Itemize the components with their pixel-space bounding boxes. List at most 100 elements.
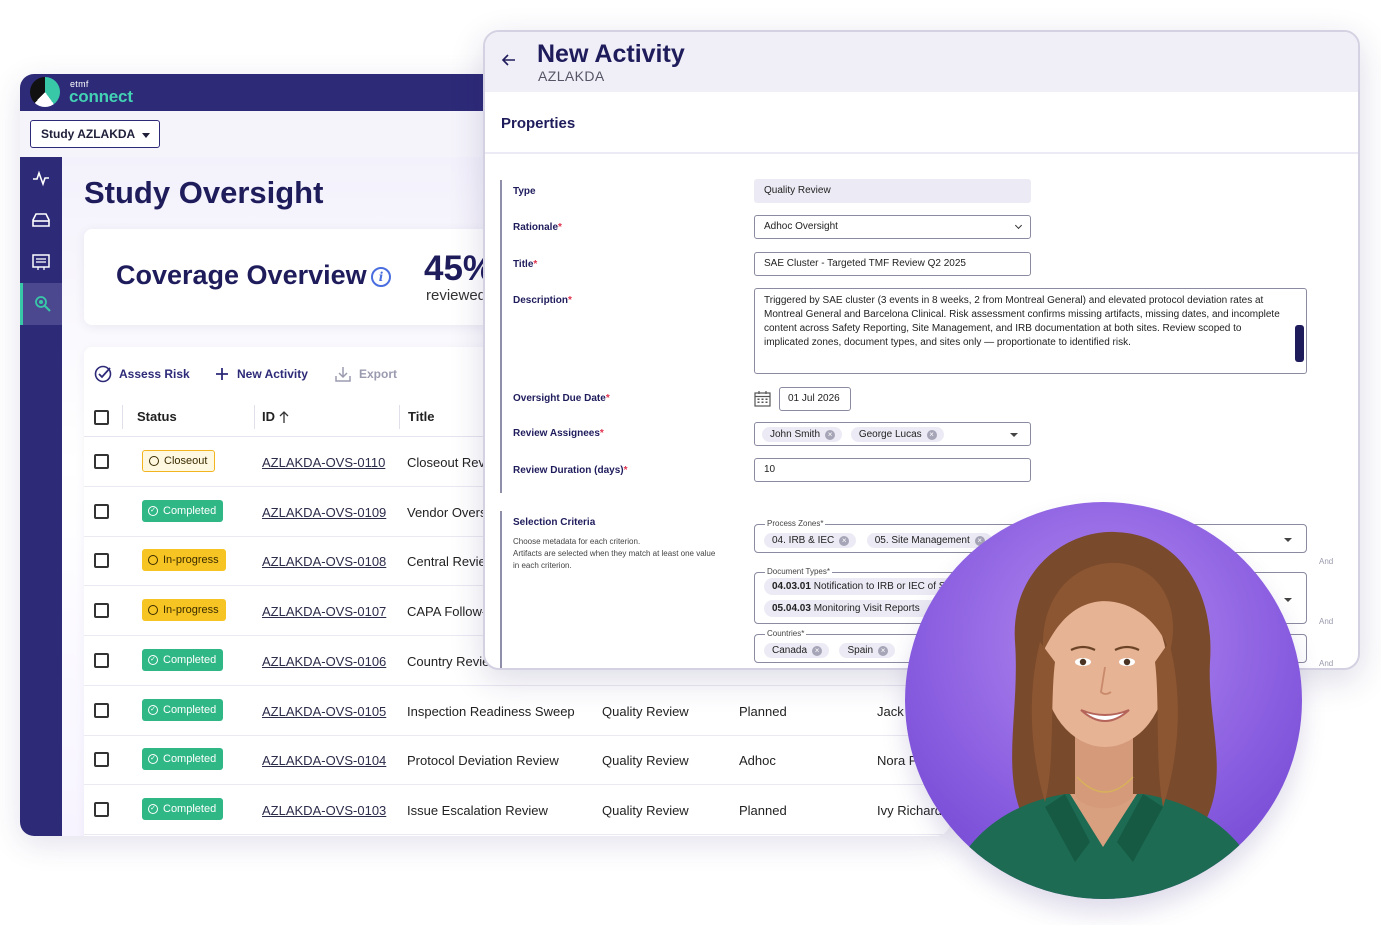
assess-risk-label: Assess Risk xyxy=(119,367,190,381)
section-rule xyxy=(500,511,502,668)
assignee-chip: John Smith × xyxy=(762,427,843,442)
table-row[interactable]: ✓ Completed AZLAKDA-OVS-0103 Issue Escalati… xyxy=(84,785,950,835)
caret-down-icon xyxy=(142,133,150,138)
row-checkbox[interactable] xyxy=(94,801,109,817)
activity-id-link[interactable]: AZLAKDA-OVS-0107 xyxy=(262,604,386,619)
activity-icon xyxy=(33,170,49,187)
inbox-icon xyxy=(32,213,50,227)
row-checkbox[interactable] xyxy=(94,702,109,718)
coverage-card: Coverage Overview i 45% reviewed xyxy=(84,229,504,325)
title-input[interactable]: SAE Cluster - Targeted TMF Review Q2 202… xyxy=(754,252,1031,276)
modal-subtitle: AZLAKDA xyxy=(538,68,605,84)
activity-id-link[interactable]: AZLAKDA-OVS-0109 xyxy=(262,505,386,520)
etmf-logo-icon xyxy=(30,77,60,107)
status-label: Completed xyxy=(163,653,217,666)
arrow-up-icon[interactable] xyxy=(278,410,290,424)
status-label: Completed xyxy=(163,802,217,815)
duration-label: Review Duration (days)* xyxy=(513,465,628,476)
activity-id-link[interactable]: AZLAKDA-OVS-0104 xyxy=(262,753,386,768)
country-name: Spain xyxy=(847,645,874,656)
remove-chip-icon[interactable]: × xyxy=(825,429,836,440)
assignees-select[interactable]: John Smith × George Lucas × xyxy=(754,422,1031,446)
row-checkbox[interactable] xyxy=(94,652,109,668)
modal-title: New Activity xyxy=(537,40,685,68)
title-label-text: Title xyxy=(513,259,534,270)
coverage-title: Coverage Overview xyxy=(116,260,367,290)
sidebar-item-list[interactable] xyxy=(20,241,62,283)
due-date-input[interactable]: 01 Jul 2026 xyxy=(779,387,851,411)
country-chip: Canada × xyxy=(764,643,830,658)
duration-input[interactable]: 10 xyxy=(754,458,1031,482)
table-row[interactable]: ✓ Completed AZLAKDA-OVS-0104 Protocol Devia… xyxy=(84,735,950,786)
sidebar-item-oversight[interactable] xyxy=(20,283,62,325)
activity-id-link[interactable]: AZLAKDA-OVS-0103 xyxy=(262,803,386,818)
progress-icon xyxy=(148,555,158,566)
row-checkbox[interactable] xyxy=(94,603,109,619)
check-circle-icon xyxy=(94,365,112,383)
column-status[interactable]: Status xyxy=(137,409,177,424)
activity-title: CAPA Follow- xyxy=(407,604,487,620)
activity-title: Country Revie xyxy=(407,653,490,669)
table-row[interactable]: ✓ Completed AZLAKDA-OVS-0105 Inspection Rea… xyxy=(84,686,950,736)
caret-down-icon xyxy=(1284,598,1292,602)
sidebar-item-inbox[interactable] xyxy=(20,199,62,241)
selection-criteria-label: Selection Criteria xyxy=(513,517,596,528)
doc-code: 04.03.01 xyxy=(772,581,811,592)
caret-down-icon xyxy=(1010,433,1018,437)
info-icon[interactable]: i xyxy=(371,267,391,287)
column-title[interactable]: Title xyxy=(408,409,435,424)
search-icon xyxy=(34,296,51,312)
status-badge: Closeout xyxy=(142,450,216,472)
description-textarea[interactable]: Triggered by SAE cluster (3 events in 8 … xyxy=(754,288,1307,374)
sidebar-item-activity[interactable] xyxy=(20,157,62,199)
list-icon xyxy=(32,254,50,270)
activity-id-link[interactable]: AZLAKDA-OVS-0106 xyxy=(262,654,386,669)
select-all-checkbox[interactable] xyxy=(94,410,109,425)
remove-chip-icon[interactable]: × xyxy=(878,645,889,656)
column-id[interactable]: ID xyxy=(262,409,275,424)
progress-icon xyxy=(149,456,159,466)
assess-risk-button[interactable]: Assess Risk xyxy=(94,363,190,385)
description-label: Description* xyxy=(513,295,572,306)
chevron-down-icon xyxy=(1014,221,1023,230)
type-value: Quality Review xyxy=(764,185,831,196)
caret-down-icon xyxy=(1284,538,1292,542)
process-zones-legend: Process Zones* xyxy=(765,519,826,528)
study-selector[interactable]: Study AZLAKDA xyxy=(30,120,160,148)
status-label: Closeout xyxy=(164,455,208,467)
export-button[interactable]: Export xyxy=(334,363,397,385)
status-badge: In-progress xyxy=(142,599,226,622)
country-chip: Spain × xyxy=(839,643,896,658)
activity-type: Quality Review xyxy=(602,703,689,719)
and-connector: And xyxy=(1319,617,1334,626)
duration-label-text: Review Duration (days) xyxy=(513,465,624,476)
progress-icon xyxy=(148,605,158,616)
doc-name: Monitoring Visit Reports xyxy=(813,603,920,614)
assignee-name: John Smith xyxy=(770,429,821,440)
doc-name: Notification to IRB or IEC of S xyxy=(813,581,946,592)
row-checkbox[interactable] xyxy=(94,503,109,519)
rationale-select[interactable]: Adhoc Oversight xyxy=(754,215,1031,239)
row-checkbox[interactable] xyxy=(94,454,109,469)
remove-chip-icon[interactable]: × xyxy=(812,645,823,656)
plus-icon xyxy=(216,368,228,380)
status-badge: In-progress xyxy=(142,549,226,572)
activity-id-link[interactable]: AZLAKDA-OVS-0105 xyxy=(262,704,386,719)
new-activity-button[interactable]: New Activity xyxy=(214,363,308,385)
row-checkbox[interactable] xyxy=(94,752,109,768)
remove-chip-icon[interactable]: × xyxy=(926,429,937,440)
activity-title: Vendor Overs xyxy=(407,504,487,520)
calendar-icon[interactable] xyxy=(754,390,771,407)
country-name: Canada xyxy=(772,645,808,656)
remove-chip-icon[interactable]: × xyxy=(839,535,850,546)
description-scrollbar[interactable] xyxy=(1295,325,1304,362)
rationale-value: Adhoc Oversight xyxy=(764,221,838,232)
activity-id-link[interactable]: AZLAKDA-OVS-0110 xyxy=(262,455,385,470)
description-value: Triggered by SAE cluster (3 events in 8 … xyxy=(764,295,1280,348)
status-label: Completed xyxy=(163,703,217,716)
row-checkbox[interactable] xyxy=(94,553,109,569)
new-activity-label: New Activity xyxy=(237,367,308,381)
activity-id-link[interactable]: AZLAKDA-OVS-0108 xyxy=(262,554,386,569)
due-date-value: 01 Jul 2026 xyxy=(788,393,840,404)
back-arrow-icon[interactable] xyxy=(501,52,517,68)
